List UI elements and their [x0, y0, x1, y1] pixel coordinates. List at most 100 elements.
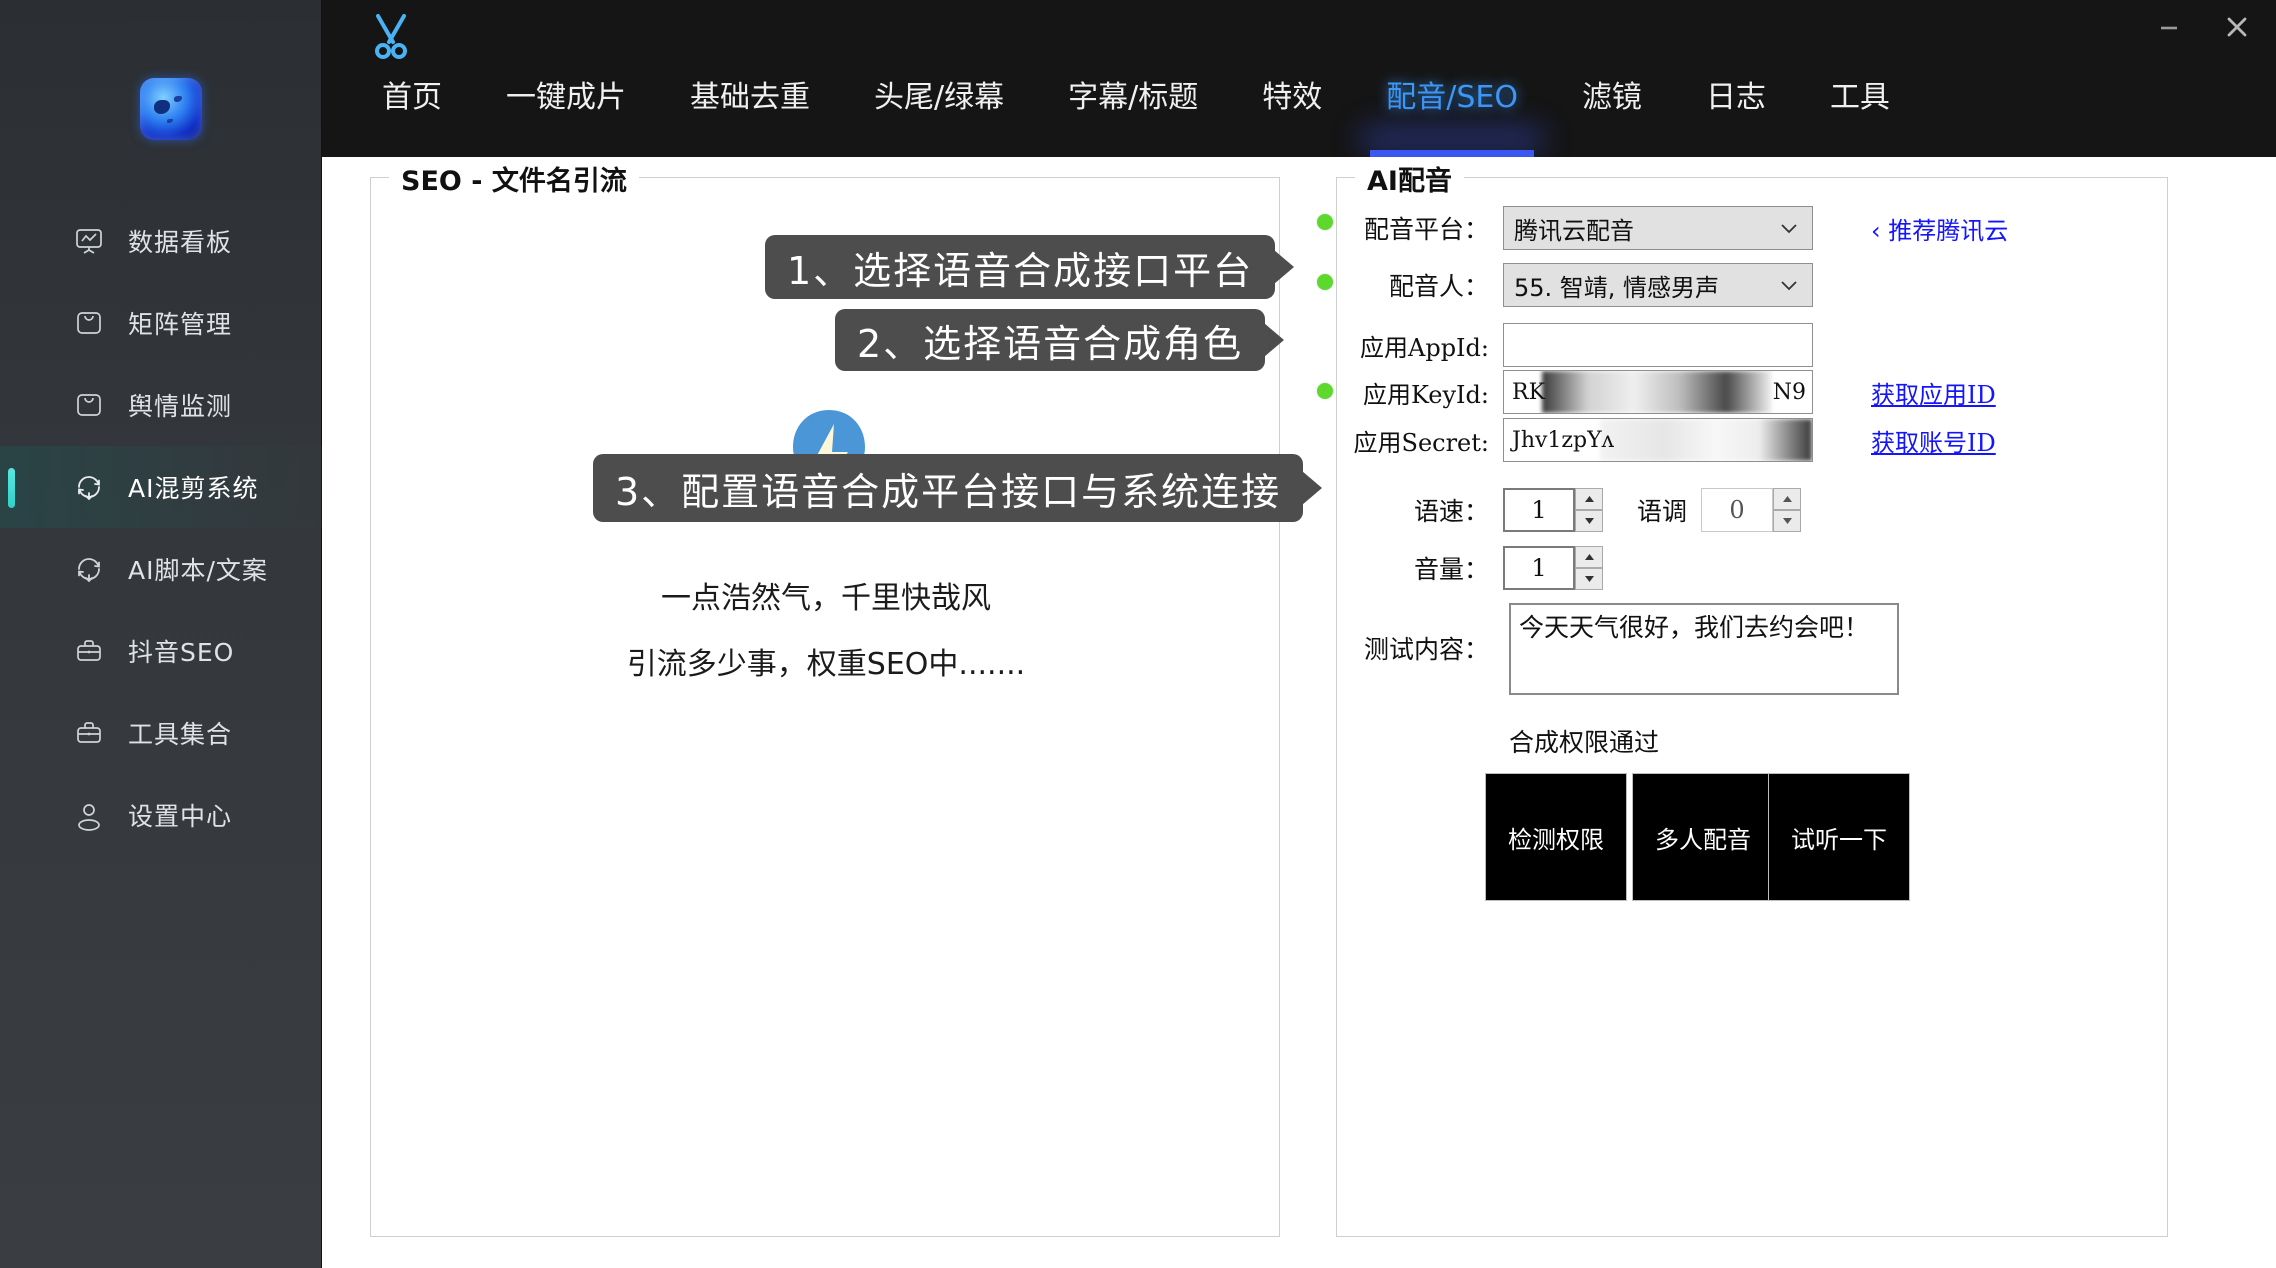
pitch-stepper[interactable]: 0: [1701, 488, 1802, 532]
pitch-up-icon[interactable]: [1773, 488, 1802, 510]
tab-label: 首页: [382, 80, 442, 115]
platform-select[interactable]: 腾讯云配音: [1503, 206, 1813, 250]
tab-log[interactable]: 日志: [1674, 52, 1798, 157]
tab-label: 工具: [1829, 80, 1890, 115]
speaker-label: 配音人：: [1388, 272, 1489, 301]
tab-label: 特效: [1262, 80, 1323, 115]
chevron-down-icon: [1778, 274, 1800, 296]
sidebar-item-settings[interactable]: 设置中心: [0, 774, 322, 856]
chevron-down-icon: [1778, 217, 1800, 239]
tab-dubbing-seo[interactable]: 配音/SEO: [1354, 52, 1550, 157]
secret-input[interactable]: Jhv1zpYʌ: [1503, 418, 1813, 462]
close-icon[interactable]: [2220, 10, 2254, 44]
volume-label: 音量：: [1413, 555, 1489, 584]
tab-label: 字幕/标题: [1068, 80, 1199, 115]
keyid-value-prefix: RK: [1512, 379, 1545, 405]
tab-label: 配音/SEO: [1386, 80, 1518, 115]
keyid-value-suffix: N9: [1772, 379, 1806, 405]
sidebar-nav: 数据看板 矩阵管理 舆情监测 AI混剪系统 AI脚本/文案 抖音SEO 工具集合…: [0, 200, 322, 856]
dashboard-icon: [72, 224, 106, 258]
tab-headtail-greenscreen[interactable]: 头尾/绿幕: [842, 52, 1036, 157]
minimize-icon[interactable]: [2152, 10, 2186, 44]
row-speed-pitch: 语速： 1 语调 0: [1367, 488, 1802, 532]
speaker-select[interactable]: 55. 智靖, 情感男声: [1503, 263, 1813, 307]
volume-down-icon[interactable]: [1575, 568, 1603, 590]
sidebar-item-douyin-seo[interactable]: 抖音SEO: [0, 610, 322, 692]
sidebar-item-label: 矩阵管理: [128, 310, 233, 339]
speed-value[interactable]: 1: [1503, 488, 1575, 532]
sidebar-item-label: 抖音SEO: [128, 638, 235, 667]
sidebar-item-dashboard[interactable]: 数据看板: [0, 200, 322, 282]
keyid-redaction: [1542, 371, 1772, 413]
platform-hint-link[interactable]: ‹ 推荐腾讯云: [1871, 211, 2008, 246]
callout-step-3: 3、配置语音合成平台接口与系统连接: [593, 454, 1304, 522]
app-logo: [140, 78, 202, 140]
row-test-content: 测试内容：: [1337, 630, 1489, 666]
multi-speaker-button[interactable]: 多人配音: [1632, 773, 1774, 901]
status-dot-speaker: [1317, 274, 1333, 290]
tab-label: 基础去重: [690, 80, 810, 115]
ai-panel-title: AI配音: [1355, 159, 1464, 198]
sidebar-item-tools[interactable]: 工具集合: [0, 692, 322, 774]
seo-poem-line-1: 一点浩然气，千里快哉风: [661, 581, 991, 616]
keyid-input[interactable]: RK N9: [1503, 370, 1813, 414]
tab-dedup[interactable]: 基础去重: [658, 52, 842, 157]
get-account-id-link[interactable]: 获取账号ID: [1871, 423, 1996, 458]
content-area: SEO - 文件名引流 一点浩然气，千里快哉风 引流多少事，权重SEO中....…: [323, 157, 2276, 1268]
user-icon: [72, 798, 106, 832]
appid-label: 应用AppId:: [1360, 333, 1489, 362]
speed-up-icon[interactable]: [1575, 488, 1603, 510]
speed-stepper[interactable]: 1: [1503, 488, 1603, 532]
tab-label: 滤镜: [1581, 80, 1642, 115]
check-permission-button[interactable]: 检测权限: [1485, 773, 1627, 901]
app-window: 数据看板 矩阵管理 舆情监测 AI混剪系统 AI脚本/文案 抖音SEO 工具集合…: [0, 0, 2276, 1268]
appid-input[interactable]: [1503, 323, 1813, 367]
preview-button[interactable]: 试听一下: [1768, 773, 1910, 901]
test-content-label: 测试内容：: [1363, 635, 1489, 664]
sidebar-item-label: 工具集合: [128, 720, 233, 749]
callout-step-2: 2、选择语音合成角色: [835, 309, 1266, 371]
secret-redaction: [1600, 419, 1812, 461]
sidebar: 数据看板 矩阵管理 舆情监测 AI混剪系统 AI脚本/文案 抖音SEO 工具集合…: [0, 0, 322, 1268]
row-platform: 配音平台： 腾讯云配音 ‹ 推荐腾讯云: [1337, 206, 2167, 250]
briefcase-icon: [72, 716, 106, 750]
sidebar-item-label: AI混剪系统: [128, 474, 259, 503]
secret-label: 应用Secret:: [1353, 428, 1490, 457]
volume-stepper[interactable]: 1: [1503, 546, 1603, 590]
sidebar-item-label: AI脚本/文案: [128, 556, 268, 585]
tab-strip: 首页 一键成片 基础去重 头尾/绿幕 字幕/标题 特效 配音/SEO 滤镜 日志…: [350, 52, 1922, 157]
tab-tools[interactable]: 工具: [1798, 52, 1922, 157]
status-dot-platform: [1317, 214, 1333, 230]
test-content-textarea[interactable]: 今天天气很好，我们去约会吧！: [1509, 603, 1899, 695]
volume-up-icon[interactable]: [1575, 546, 1603, 568]
status-dot-keyid: [1317, 383, 1333, 399]
tab-effects[interactable]: 特效: [1230, 52, 1354, 157]
tab-subtitle-title[interactable]: 字幕/标题: [1036, 52, 1230, 157]
speaker-value: 55. 智靖, 情感男声: [1514, 273, 1720, 302]
monitor-icon: [72, 388, 106, 422]
refresh-icon: [72, 470, 106, 504]
pitch-down-icon[interactable]: [1773, 510, 1802, 532]
sidebar-item-label: 数据看板: [128, 228, 233, 257]
tab-home[interactable]: 首页: [350, 52, 474, 157]
tab-filter[interactable]: 滤镜: [1550, 52, 1674, 157]
tab-one-click[interactable]: 一键成片: [474, 52, 658, 157]
sidebar-item-label: 舆情监测: [128, 392, 233, 421]
row-keyid: 应用KeyId: RK N9 获取应用ID: [1337, 370, 2167, 414]
sidebar-item-ai-script[interactable]: AI脚本/文案: [0, 528, 322, 610]
sidebar-item-monitor[interactable]: 舆情监测: [0, 364, 322, 446]
row-secret: 应用Secret: Jhv1zpYʌ 获取账号ID: [1337, 418, 2167, 462]
speed-down-icon[interactable]: [1575, 510, 1603, 532]
callout-step-1: 1、选择语音合成接口平台: [765, 235, 1276, 299]
sidebar-item-matrix[interactable]: 矩阵管理: [0, 282, 322, 364]
pitch-value[interactable]: 0: [1701, 488, 1774, 532]
pitch-label: 语调: [1637, 497, 1688, 526]
matrix-icon: [72, 306, 106, 340]
get-appid-link[interactable]: 获取应用ID: [1871, 375, 1996, 410]
platform-label: 配音平台：: [1363, 215, 1489, 244]
tab-label: 日志: [1705, 80, 1766, 115]
volume-value[interactable]: 1: [1503, 546, 1575, 590]
row-appid: 应用AppId:: [1337, 323, 2167, 367]
sidebar-item-ai-mixcut[interactable]: AI混剪系统: [0, 446, 322, 528]
speed-label: 语速：: [1413, 497, 1489, 526]
